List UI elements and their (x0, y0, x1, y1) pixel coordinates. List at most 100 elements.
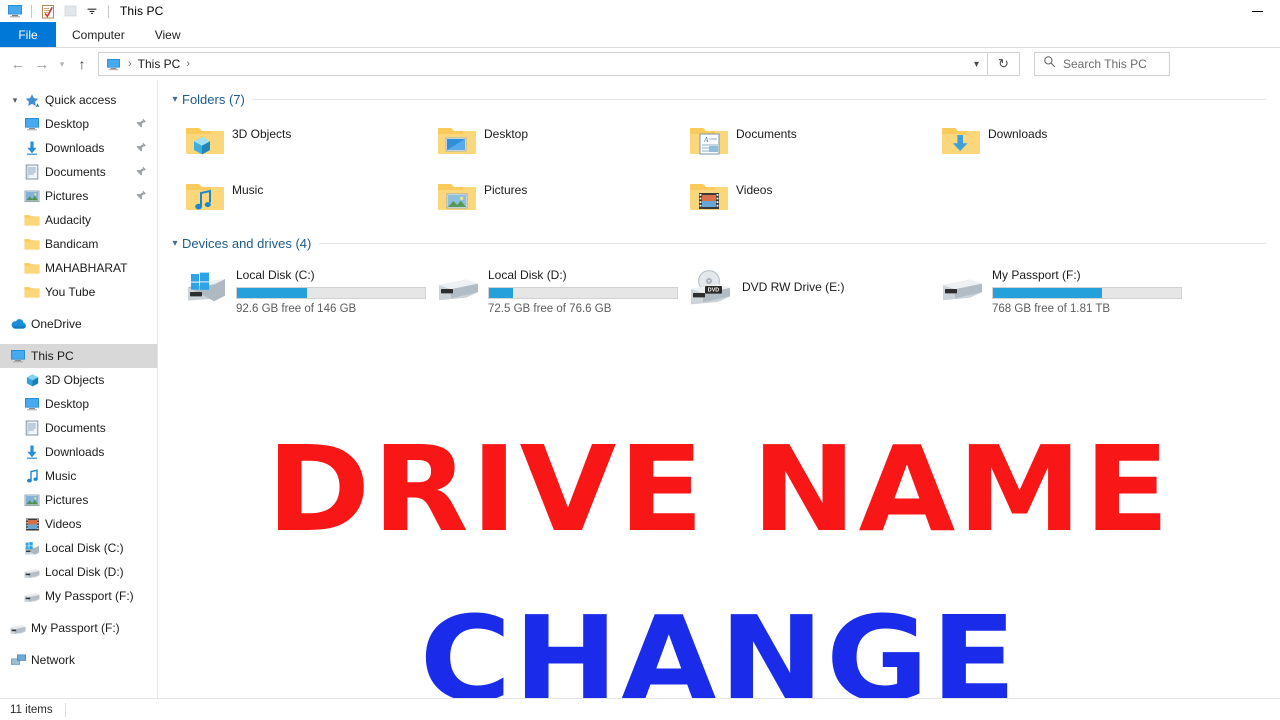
sidebar-item-3d-objects[interactable]: 3D Objects (0, 368, 157, 392)
chevron-down-icon[interactable]: ▾ (168, 238, 182, 249)
folder-tile[interactable]: 3D Objects (182, 112, 434, 168)
tab-view-label: View (154, 27, 181, 42)
file-explorer-window: This PC File Computer View ← → ▾ ↑ › Thi… (0, 0, 1280, 720)
monitor-icon (8, 347, 28, 365)
sidebar-item-label: Music (45, 469, 77, 483)
folders-group-header[interactable]: ▾ Folders (7) (168, 86, 1280, 112)
pin-icon[interactable] (135, 141, 147, 154)
navigation-pane[interactable]: ▾ Quick access Desktop Downloads Documents Pi… (0, 80, 158, 720)
sidebar-item-audacity[interactable]: Audacity (0, 208, 157, 232)
forward-button[interactable]: → (30, 51, 54, 77)
downloads-icon (22, 139, 42, 157)
sidebar-item-videos[interactable]: Videos (0, 512, 157, 536)
nav-group-gap (0, 640, 157, 648)
refresh-button[interactable]: ↻ (988, 52, 1020, 76)
drive-free-space-label: 72.5 GB free of 76.6 GB (488, 303, 612, 315)
folder-tile[interactable]: Music (182, 168, 434, 224)
music-icon (22, 467, 42, 485)
search-input[interactable]: Search This PC (1063, 57, 1147, 71)
drive-free-space-label: 768 GB free of 1.81 TB (992, 303, 1111, 315)
file-list-pane[interactable]: ▾ Folders (7) 3D Objects Desktop A Document… (158, 80, 1280, 720)
sidebar-item-local-disk-c[interactable]: Local Disk (C:) (0, 536, 157, 560)
star-icon (22, 91, 42, 109)
sidebar-item-this-pc[interactable]: This PC (0, 344, 157, 368)
chevron-down-icon[interactable]: ▾ (8, 95, 22, 106)
sidebar-item-label: Audacity (45, 213, 92, 227)
sidebar-item-network[interactable]: Network (0, 648, 157, 672)
back-button[interactable]: ← (6, 51, 30, 77)
sidebar-item-pictures[interactable]: Pictures (0, 488, 157, 512)
sidebar-item-you-tube[interactable]: You Tube (0, 280, 157, 304)
pin-icon[interactable] (135, 189, 147, 202)
drive-icon (22, 563, 42, 581)
breadcrumb-separator-0[interactable]: › (125, 58, 135, 70)
sidebar-item-label: My Passport (F:) (45, 589, 134, 603)
minimize-button[interactable] (1235, 0, 1280, 22)
sidebar-item-local-disk-d[interactable]: Local Disk (D:) (0, 560, 157, 584)
overlay-text-line-1: DRIVE NAME (266, 420, 1172, 558)
pin-icon[interactable] (135, 165, 147, 178)
dvd-drive-icon: DVD (686, 266, 738, 310)
search-box[interactable]: Search This PC (1034, 52, 1170, 76)
folder-tile-label: Desktop (484, 127, 529, 141)
sidebar-item-pictures[interactable]: Pictures (0, 184, 157, 208)
drive-tile[interactable]: My Passport (F:) 768 GB free of 1.81 TB (938, 258, 1190, 315)
chevron-down-icon[interactable]: ▾ (168, 94, 182, 105)
breadcrumb-separator-1[interactable]: › (183, 58, 193, 70)
sidebar-item-label: MAHABHARAT (45, 261, 128, 275)
folder-tile[interactable]: Pictures (434, 168, 686, 224)
desktop-icon (22, 115, 42, 133)
drive-name-label: My Passport (F:) (992, 268, 1081, 282)
onedrive-icon (8, 315, 28, 333)
folders-grid: 3D Objects Desktop A Documents Downloads Musi… (168, 112, 1280, 224)
drive-tile[interactable]: Local Disk (D:) 72.5 GB free of 76.6 GB (434, 258, 686, 315)
folder-tile[interactable]: Downloads (938, 112, 1190, 168)
up-button[interactable]: ↑ (70, 51, 94, 77)
pin-icon[interactable] (135, 117, 147, 130)
ribbon-tab-strip: File Computer View (0, 22, 1280, 48)
address-input[interactable]: › This PC › ▾ (98, 52, 988, 76)
sidebar-item-desktop[interactable]: Desktop (0, 392, 157, 416)
desktop-icon (22, 395, 42, 413)
sidebar-item-music[interactable]: Music (0, 464, 157, 488)
sidebar-item-bandicam[interactable]: Bandicam (0, 232, 157, 256)
folder-icon (22, 235, 42, 253)
tab-view[interactable]: View (141, 22, 195, 47)
sidebar-item-my-passport-f[interactable]: My Passport (F:) (0, 584, 157, 608)
sidebar-item-documents[interactable]: Documents (0, 160, 157, 184)
tab-computer[interactable]: Computer (56, 22, 141, 47)
folder-tile[interactable]: A Documents (686, 112, 938, 168)
sidebar-item-desktop[interactable]: Desktop (0, 112, 157, 136)
sidebar-item-label: Bandicam (45, 237, 99, 251)
chevron-down-icon[interactable]: ▾ (974, 59, 983, 70)
breadcrumb-this-pc[interactable]: This PC (135, 57, 184, 71)
sidebar-item-label: You Tube (45, 285, 96, 299)
drive-name-label: Local Disk (C:) (236, 268, 315, 282)
tab-file[interactable]: File (0, 22, 56, 47)
drive-tile-body: My Passport (F:) 768 GB free of 1.81 TB (992, 266, 1182, 315)
svg-text:DVD: DVD (708, 288, 719, 294)
sidebar-item-my-passport-f[interactable]: My Passport (F:) (0, 616, 157, 640)
sidebar-item-quick-access[interactable]: ▾ Quick access (0, 88, 157, 112)
recent-locations-button[interactable]: ▾ (54, 51, 70, 77)
customize-qat-icon[interactable] (83, 3, 101, 19)
folder-tile[interactable]: Videos (686, 168, 938, 224)
properties-icon[interactable] (39, 3, 57, 19)
new-folder-icon[interactable] (61, 3, 79, 19)
sidebar-item-documents[interactable]: Documents (0, 416, 157, 440)
drive-tile[interactable]: Local Disk (C:) 92.6 GB free of 146 GB (182, 258, 434, 315)
sidebar-item-downloads[interactable]: Downloads (0, 136, 157, 160)
folder-tile-label: Videos (736, 183, 773, 197)
documents-icon (22, 419, 42, 437)
drive-tile[interactable]: DVD DVD RW Drive (E:) (686, 258, 938, 314)
qat-divider-2 (108, 4, 109, 18)
monitor-icon[interactable] (6, 3, 24, 19)
sidebar-item-downloads[interactable]: Downloads (0, 440, 157, 464)
drives-group-title: Devices and drives (4) (182, 235, 312, 251)
sidebar-item-mahabharat[interactable]: MAHABHARAT (0, 256, 157, 280)
sidebar-item-label: Local Disk (D:) (45, 565, 124, 579)
drives-group-header[interactable]: ▾ Devices and drives (4) (168, 230, 1280, 256)
sidebar-item-onedrive[interactable]: OneDrive (0, 312, 157, 336)
folder-tile[interactable]: Desktop (434, 112, 686, 168)
pictures-icon (22, 187, 42, 205)
